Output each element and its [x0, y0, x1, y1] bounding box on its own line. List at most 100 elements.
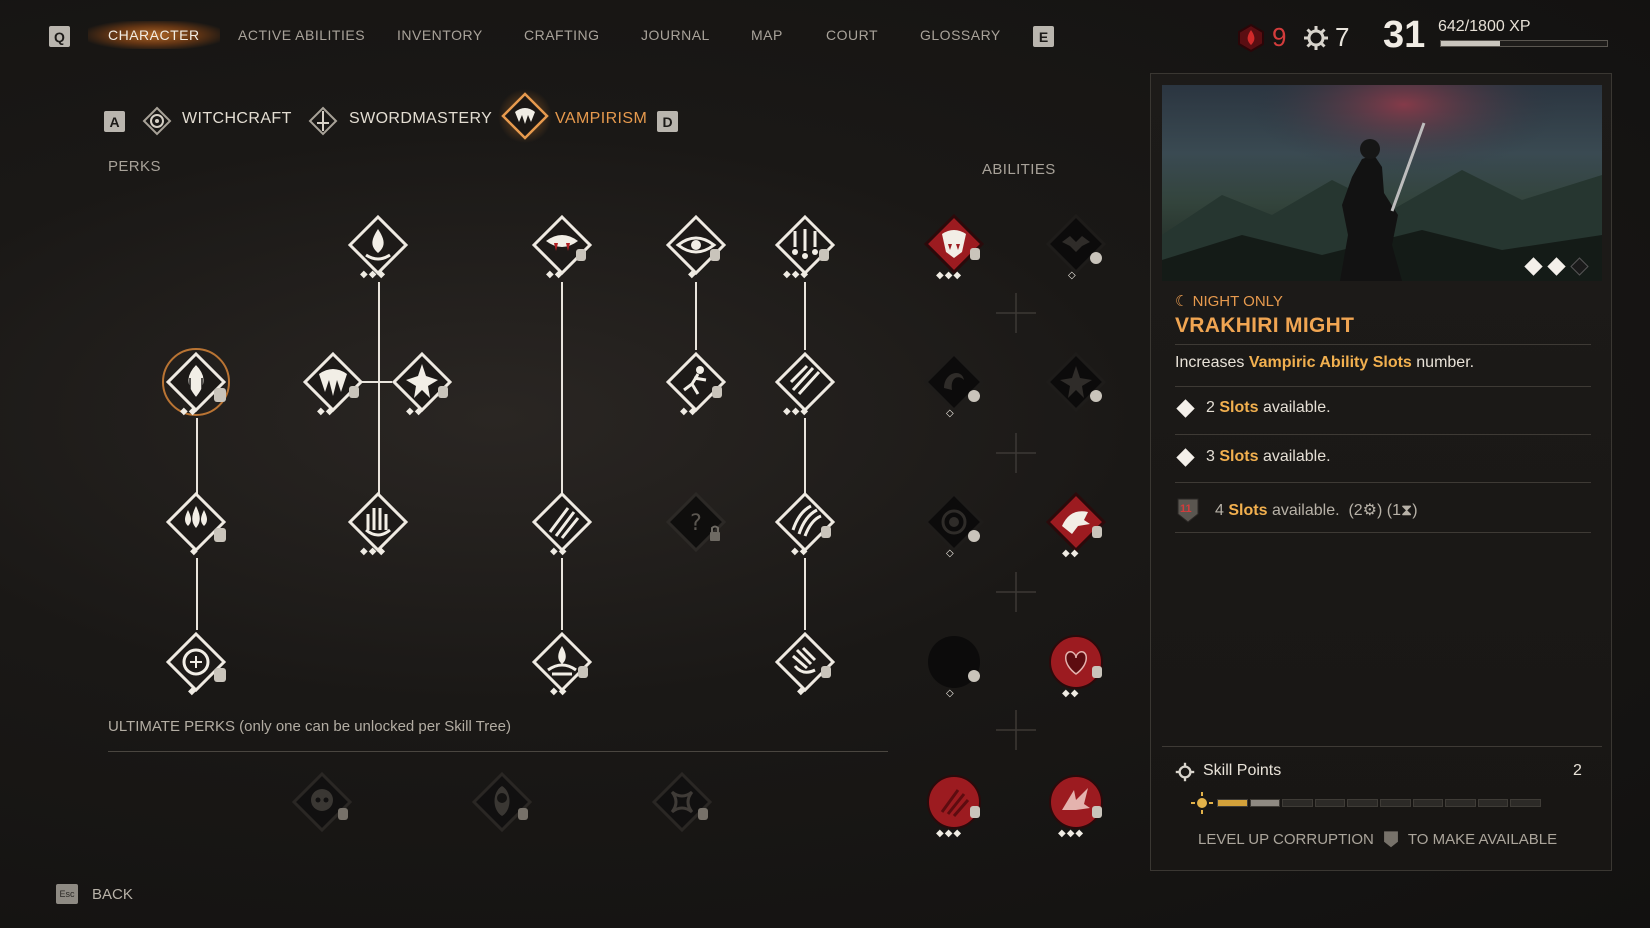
gear-icon [1175, 762, 1195, 782]
xp-text: 642/1800 XP [1438, 18, 1531, 35]
perk-rank-pips: ◆◆ [406, 406, 424, 417]
tab-active-abilities[interactable]: ACTIVE ABILITIES [238, 27, 365, 43]
corruption-shield-icon [1383, 831, 1398, 848]
ability-node-roaring-beast[interactable]: ◆◆◆ [922, 212, 986, 281]
shadow-orb-icon [928, 636, 980, 688]
ability-rank-pips: ◇ [946, 548, 955, 559]
perk-node-slash-marks[interactable]: ◆◆◆ [773, 350, 837, 417]
prev-tab-key[interactable]: Q [49, 26, 70, 47]
perk-node-talon[interactable]: ◆◆ [773, 490, 837, 557]
ability-node-blood-wings[interactable]: ◆◆◆ [1044, 770, 1108, 839]
prev-tree-key[interactable]: A [104, 111, 125, 132]
perk-node-blood-drop[interactable]: ◆◆◆ [346, 213, 410, 280]
ability-node-lunging-beast[interactable]: ◆◆ [1044, 490, 1108, 559]
warrior-landscape-illustration [1162, 85, 1602, 281]
skill-points-value: 2 [1573, 762, 1582, 779]
ability-node-dark-burst[interactable] [1044, 350, 1108, 414]
ability-divider-cross [996, 572, 1036, 612]
skill-points-label: Skill Points [1203, 762, 1282, 779]
ability-node-vortex-eye[interactable]: ◇ [922, 490, 986, 559]
xp-bar [1440, 40, 1608, 47]
ultimate-node-skull[interactable] [290, 770, 354, 834]
ability-rank-pips: ◆◆◆ [1058, 828, 1085, 839]
tab-inventory[interactable]: INVENTORY [397, 27, 483, 43]
burning-hand-icon [162, 348, 230, 416]
lunging-beast-icon [1045, 491, 1107, 553]
divider [1175, 386, 1591, 387]
ability-node-shadow-orb[interactable]: ◇ [922, 630, 986, 699]
clawed-hand-icon [347, 491, 409, 553]
connector [196, 558, 198, 630]
back-button[interactable]: Esc BACK [56, 884, 133, 904]
progress-segment [1282, 799, 1313, 807]
perk-node-locked[interactable]: ? [664, 490, 728, 554]
tab-vampirism[interactable]: VAMPIRISM [555, 110, 647, 128]
perk-node-grasping-hand[interactable]: ◆ [773, 630, 837, 697]
perk-node-clawed-hand[interactable]: ◆◆◆ [346, 490, 410, 557]
next-tab-key[interactable]: E [1033, 26, 1054, 47]
ability-node-blood-claw[interactable]: ◆◆◆ [922, 770, 986, 839]
sword-icon [308, 106, 338, 136]
tab-glossary[interactable]: GLOSSARY [920, 27, 1001, 43]
back-label: BACK [92, 885, 133, 903]
slot-rank-3: 11 4 Slots available. (2⚙) (1⧗) [1175, 496, 1418, 524]
ability-node-blood-heart[interactable]: ◆◆ [1044, 630, 1108, 699]
perk-node-triple-slash[interactable]: ◆◆ [530, 490, 594, 557]
progress-segment [1314, 799, 1346, 807]
perk-rank-pips: ◆◆ [317, 406, 335, 417]
perk-node-fanged-mouth[interactable]: ◆◆ [530, 213, 594, 280]
perk-rank-pips: ◆◆ [550, 686, 568, 697]
tab-map[interactable]: MAP [751, 27, 783, 43]
perk-node-eye[interactable]: ◆ [664, 213, 728, 280]
tab-crafting[interactable]: CRAFTING [524, 27, 600, 43]
tab-character[interactable]: CHARACTER [88, 21, 220, 49]
perk-node-fanged-maw[interactable]: ◆◆ [301, 350, 365, 417]
tab-court[interactable]: COURT [826, 27, 878, 43]
perk-rank-pips: ◆◆ [180, 406, 198, 417]
perk-node-burning-hand[interactable]: ◆◆ [162, 348, 230, 417]
perk-node-spiked-sun[interactable]: ◆◆ [390, 350, 454, 417]
progress-segment [1412, 799, 1444, 807]
perk-node-sigil[interactable]: ◆ [164, 630, 228, 697]
divider [108, 751, 888, 752]
ability-divider-cross [996, 710, 1036, 750]
rank-diamond [1524, 257, 1543, 276]
connector [561, 282, 563, 494]
connector [196, 418, 198, 496]
gear-icon [1304, 25, 1328, 50]
connector [561, 558, 563, 630]
ability-rank-pips: ◆◆◆ [936, 270, 963, 281]
tab-witchcraft[interactable]: WITCHCRAFT [182, 110, 292, 128]
perk-rank-pips: ◆ [188, 686, 197, 697]
skill-points-counter: 7 [1303, 22, 1349, 53]
tab-swordmastery[interactable]: SWORDMASTERY [349, 110, 492, 128]
perk-node-leaping-figure[interactable]: ◆◆ [664, 350, 728, 417]
perk-node-blood-drops[interactable]: ◆ [164, 490, 228, 557]
ultimate-node-swirl-sigil[interactable] [650, 770, 714, 834]
ability-preview-image [1162, 85, 1602, 281]
perk-rank-pips: ◆◆◆ [360, 269, 387, 280]
ability-node-bat-swarm[interactable]: ◇ [1044, 212, 1108, 281]
perk-node-dripping-claw[interactable]: ◆◆◆ [773, 213, 837, 280]
next-tree-key[interactable]: D [657, 111, 678, 132]
crescent-hood-icon [923, 351, 985, 413]
skill-points-value: 7 [1335, 22, 1350, 52]
perk-rank-pips: ◆◆ [680, 406, 698, 417]
progress-segment [1477, 799, 1509, 807]
blood-drops-icon [165, 491, 227, 553]
xp-fill [1441, 41, 1501, 46]
slot-rank-1: 2 Slots available. [1175, 398, 1331, 418]
esc-key[interactable]: Esc [56, 884, 78, 904]
ability-divider-cross [996, 433, 1036, 473]
corruption-progress-bar [1217, 799, 1541, 807]
perk-node-blood-fountain[interactable]: ◆◆ [530, 630, 594, 697]
ability-title: VRAKHIRI MIGHT [1175, 314, 1355, 337]
ability-rank-pips: ◇ [946, 688, 955, 699]
ultimate-node-cloaked-figure[interactable] [470, 770, 534, 834]
spiked-sun-icon [391, 351, 453, 413]
divider [1175, 482, 1591, 483]
ability-node-crescent-hood[interactable]: ◇ [922, 350, 986, 419]
progress-segment [1217, 799, 1248, 807]
tab-journal[interactable]: JOURNAL [641, 27, 710, 43]
ability-rank-pips: ◇ [1068, 270, 1077, 281]
